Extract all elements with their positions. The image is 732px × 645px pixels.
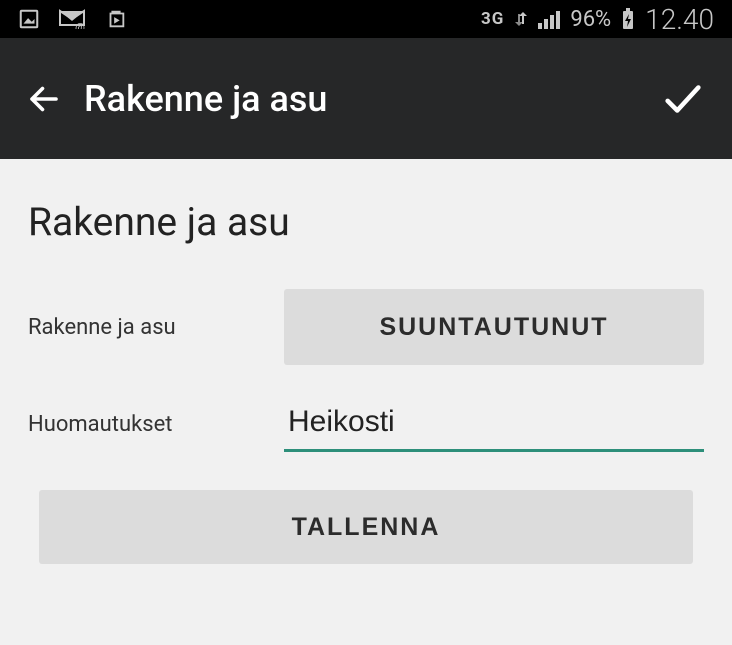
data-arrows-icon [514,12,528,26]
status-right: 3G 96% 12.40 [481,3,714,36]
confirm-checkmark-icon[interactable] [660,76,706,122]
field-label-notes: Huomautukset [28,412,284,437]
svg-text:@: @ [75,21,85,29]
field-control-notes [284,397,704,452]
form-row-notes: Huomautukset [28,397,704,452]
form-row-structure: Rakenne ja asu SUUNTAUTUNUT [28,289,704,365]
network-type-label: 3G [481,9,504,29]
gallery-icon [18,8,40,30]
back-arrow-icon[interactable] [26,81,62,117]
battery-percentage: 96% [570,7,611,32]
notes-input[interactable] [284,397,704,452]
status-bar: @ 3G 96% 12.40 [0,0,732,38]
battery-charging-icon [621,7,635,31]
play-store-icon [104,8,128,30]
signal-icon [538,9,560,29]
status-left: @ [18,8,128,30]
field-control-structure: SUUNTAUTUNUT [284,289,704,365]
content-area: Rakenne ja asu Rakenne ja asu SUUNTAUTUN… [0,159,732,564]
mail-at-icon: @ [58,9,86,29]
field-label-structure: Rakenne ja asu [28,315,284,340]
clock-time: 12.40 [645,3,714,36]
app-bar-title: Rakenne ja asu [84,78,660,120]
page-title: Rakenne ja asu [28,199,704,245]
app-bar: Rakenne ja asu [0,38,732,159]
save-button[interactable]: TALLENNA [39,490,693,564]
structure-dropdown-button[interactable]: SUUNTAUTUNUT [284,289,704,365]
